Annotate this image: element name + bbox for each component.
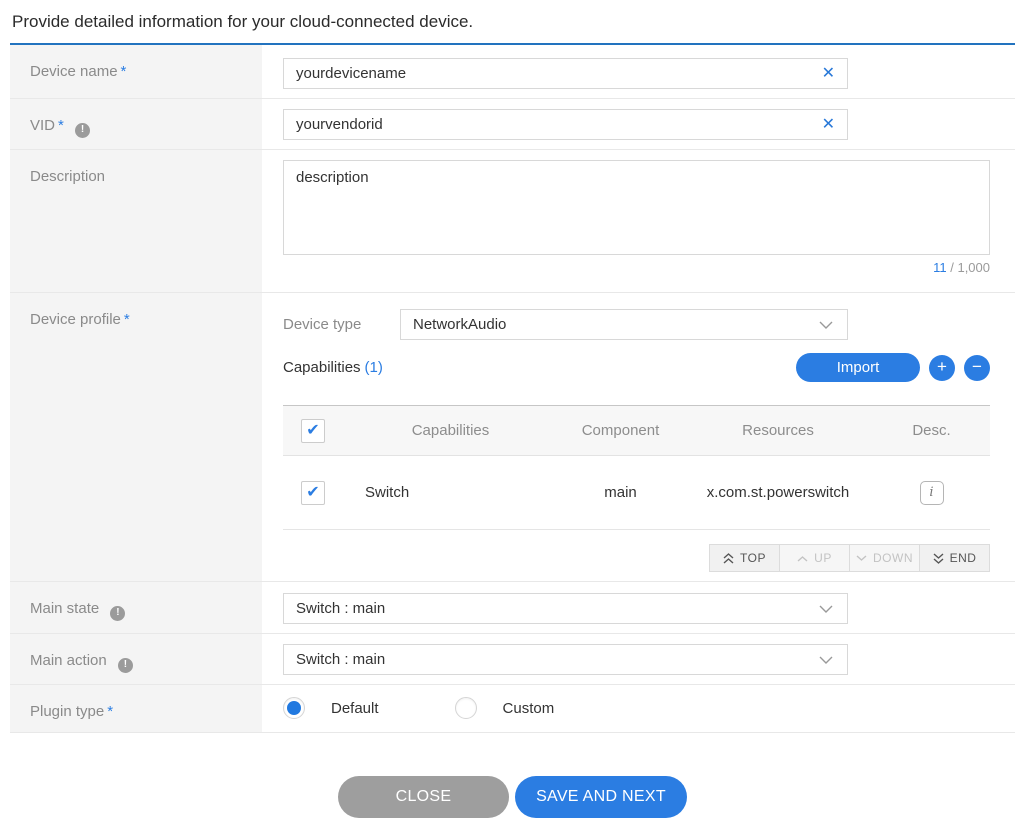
radio-label: Custom — [503, 700, 555, 717]
double-chevron-down-icon — [933, 553, 944, 564]
move-top-button[interactable]: TOP — [709, 544, 780, 572]
vid-label: VID* ! — [10, 99, 262, 149]
capabilities-table: ✔ Capabilities Component Resources Desc.… — [283, 405, 990, 530]
device-details-page: Provide detailed information for your cl… — [0, 0, 1025, 818]
main-action-row: Main action ! Switch : main — [10, 634, 1015, 685]
col-header-component: Component — [558, 406, 683, 456]
main-action-select[interactable]: Switch : main — [283, 644, 848, 675]
move-end-button[interactable]: END — [919, 544, 990, 572]
required-asterisk: * — [107, 703, 113, 720]
main-state-select[interactable]: Switch : main — [283, 593, 848, 624]
double-chevron-up-icon — [723, 553, 734, 564]
clear-icon[interactable]: ✕ — [822, 117, 835, 133]
radio-icon — [455, 697, 477, 719]
table-header-row: ✔ Capabilities Component Resources Desc. — [283, 406, 990, 456]
info-icon[interactable]: ! — [118, 658, 133, 673]
col-header-capabilities: Capabilities — [343, 406, 558, 456]
save-and-next-button[interactable]: SAVE AND NEXT — [515, 776, 687, 818]
radio-label: Default — [331, 700, 379, 717]
chevron-down-icon — [819, 321, 833, 329]
required-asterisk: * — [58, 117, 64, 134]
main-state-label: Main state ! — [10, 582, 262, 633]
move-button-group: TOP UP DOWN END — [283, 544, 990, 572]
char-count-max: / 1,000 — [947, 260, 990, 275]
select-all-checkbox[interactable]: ✔ — [301, 419, 325, 443]
move-down-button[interactable]: DOWN — [849, 544, 920, 572]
capabilities-count: (1) — [365, 359, 383, 376]
cell-capability: Switch — [343, 456, 558, 530]
page-title: Provide detailed information for your cl… — [10, 0, 1015, 45]
cell-component: main — [558, 456, 683, 530]
plugin-type-row: Plugin type* Default Custom — [10, 685, 1015, 733]
device-name-label: Device name* — [10, 45, 262, 98]
description-row: Description description 11 / 1,000 — [10, 150, 1015, 293]
chevron-up-icon — [797, 555, 808, 562]
device-name-input[interactable]: yourdevicename ✕ — [283, 58, 848, 89]
description-textarea[interactable]: description — [283, 160, 990, 255]
plugin-type-default-radio[interactable]: Default — [283, 697, 379, 719]
vid-row: VID* ! yourvendorid ✕ — [10, 99, 1015, 150]
char-counter: 11 / 1,000 — [283, 260, 990, 275]
chevron-down-icon — [819, 605, 833, 613]
move-up-button[interactable]: UP — [779, 544, 850, 572]
device-profile-label: Device profile* — [10, 293, 262, 581]
row-info-button[interactable]: i — [920, 481, 944, 505]
device-name-row: Device name* yourdevicename ✕ — [10, 45, 1015, 99]
description-label: Description — [10, 150, 262, 292]
table-row: ✔ Switch main x.com.st.powerswitch i — [283, 456, 990, 530]
check-icon: ✔ — [306, 423, 319, 439]
main-action-label: Main action ! — [10, 634, 262, 684]
footer-actions: CLOSE SAVE AND NEXT — [10, 776, 1015, 818]
check-icon: ✔ — [306, 485, 319, 501]
cell-resources: x.com.st.powerswitch — [683, 456, 873, 530]
capabilities-title: Capabilities(1) — [283, 359, 383, 376]
col-header-resources: Resources — [683, 406, 873, 456]
row-checkbox[interactable]: ✔ — [301, 481, 325, 505]
char-count-current: 11 — [933, 260, 947, 275]
plugin-type-label: Plugin type* — [10, 685, 262, 732]
add-capability-button[interactable]: + — [929, 355, 955, 381]
info-icon[interactable]: ! — [110, 606, 125, 621]
remove-capability-button[interactable]: − — [964, 355, 990, 381]
device-profile-row: Device profile* Device type NetworkAudio… — [10, 293, 1015, 582]
clear-icon[interactable]: ✕ — [822, 66, 835, 82]
close-button[interactable]: CLOSE — [338, 776, 509, 818]
chevron-down-icon — [856, 555, 867, 562]
chevron-down-icon — [819, 656, 833, 664]
main-state-row: Main state ! Switch : main — [10, 582, 1015, 634]
device-type-label: Device type — [283, 316, 400, 333]
required-asterisk: * — [124, 311, 130, 328]
radio-icon — [283, 697, 305, 719]
plugin-type-custom-radio[interactable]: Custom — [455, 697, 555, 719]
required-asterisk: * — [121, 63, 127, 80]
info-icon[interactable]: ! — [75, 123, 90, 138]
vid-input[interactable]: yourvendorid ✕ — [283, 109, 848, 140]
device-type-select[interactable]: NetworkAudio — [400, 309, 848, 340]
col-header-desc: Desc. — [873, 406, 990, 456]
import-button[interactable]: Import — [796, 353, 920, 382]
